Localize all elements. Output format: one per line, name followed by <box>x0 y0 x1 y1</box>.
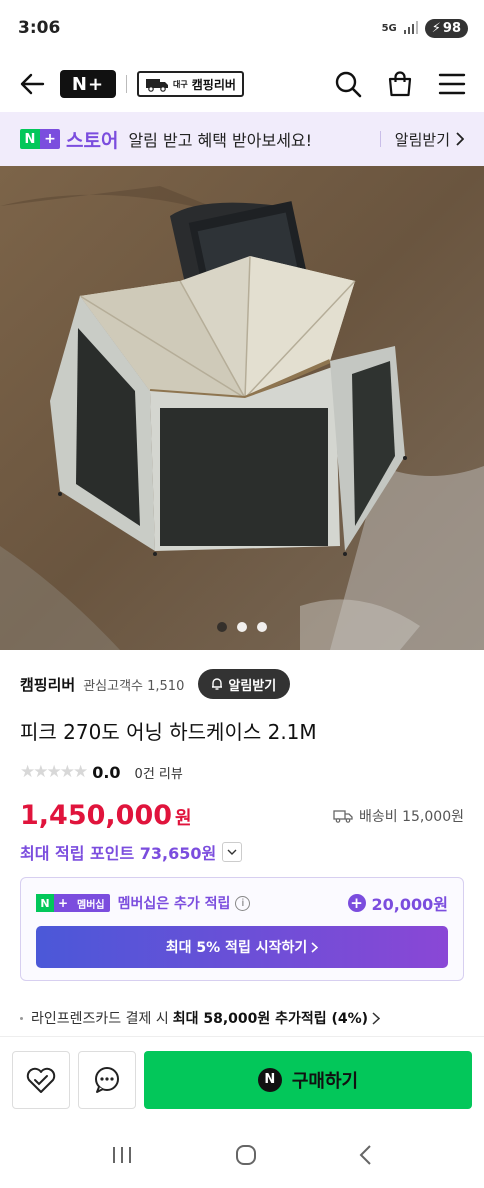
app-header: N+ 대구 캠핑리버 <box>0 56 484 112</box>
naver-plus-badge: N + <box>20 129 60 149</box>
cart-button[interactable] <box>384 68 416 100</box>
price-row: 1,450,000 원 배송비 15,000원 <box>20 800 464 831</box>
chat-bubble-icon <box>95 1066 119 1093</box>
chevron-right-icon <box>311 941 319 953</box>
card-promo-highlight: 최대 58,000원 추가적립 (4%) <box>172 1011 369 1027</box>
chevron-right-icon <box>372 1011 381 1025</box>
wishlist-button[interactable] <box>12 1050 70 1109</box>
naver-plus-logo[interactable]: N+ <box>60 70 116 98</box>
bell-plus-icon <box>212 678 223 690</box>
arrow-left-icon <box>20 73 45 95</box>
battery-level: 98 <box>442 20 461 36</box>
search-icon <box>335 71 362 98</box>
search-button[interactable] <box>332 68 364 100</box>
membership-badge: N + 멤버십 <box>36 894 110 912</box>
alarm-button-label: 알림받기 <box>228 678 277 694</box>
carousel-dots <box>217 622 267 632</box>
n-icon: N <box>36 894 54 912</box>
signal-icon <box>403 21 418 34</box>
rating-score: 0.0 <box>92 762 121 782</box>
info-icon[interactable]: i <box>235 895 251 911</box>
follower-count: 관심고객수 1,510 <box>83 678 185 694</box>
product-price: 1,450,000 <box>20 800 173 831</box>
price-currency: 원 <box>175 807 192 829</box>
shopping-bag-icon <box>388 71 412 97</box>
promo-divider <box>379 131 381 147</box>
store-logo[interactable]: 대구 캠핑리버 <box>137 71 244 97</box>
status-time: 3:06 <box>18 18 61 38</box>
bottom-action-bar: N 구매하기 <box>0 1036 484 1122</box>
store-name[interactable]: 캠핑리버 <box>20 674 75 695</box>
membership-badge-label: 멤버십 <box>72 894 110 912</box>
plus-circle-icon: + <box>347 894 366 912</box>
membership-card: N + 멤버십 멤버십은 추가 적립 i + 20,000원 최대 5% 적립 … <box>20 877 464 981</box>
battery-indicator: ⚡ 98 <box>424 18 468 38</box>
store-info-row: 캠핑리버 관심고객수 1,510 알림받기 <box>20 668 464 700</box>
membership-amount: + 20,000원 <box>347 891 448 915</box>
status-bar: 3:06 5G ⚡ 98 <box>0 0 484 56</box>
card-promo-prefix: 라인프렌즈카드 결제 시 <box>31 1011 169 1027</box>
points-expand-button[interactable] <box>222 842 243 862</box>
membership-amount-value: 20,000원 <box>371 895 448 914</box>
membership-start-button[interactable]: 최대 5% 적립 시작하기 <box>36 926 448 968</box>
menu-icon <box>438 73 466 95</box>
store-logo-sub: 대구 <box>173 79 188 89</box>
promo-store-label: 스토어 <box>66 129 119 152</box>
menu-button[interactable] <box>436 68 468 100</box>
recent-apps-icon[interactable] <box>110 1145 134 1165</box>
card-promo-row[interactable]: 라인프렌즈카드 결제 시 최대 58,000원 추가적립 (4%) <box>20 1008 464 1028</box>
heart-check-icon <box>26 1067 56 1093</box>
chevron-down-icon <box>227 849 237 855</box>
network-icon: 5G <box>381 22 397 34</box>
membership-info: N + 멤버십 멤버십은 추가 적립 i + 20,000원 <box>36 892 448 914</box>
back-nav-icon[interactable] <box>358 1143 374 1167</box>
n-icon: N <box>20 129 40 149</box>
chevron-right-icon <box>456 132 464 146</box>
review-count: 0건 리뷰 <box>134 766 183 782</box>
carousel-dot[interactable] <box>257 622 267 632</box>
buy-button[interactable]: N 구매하기 <box>144 1050 472 1109</box>
points-row[interactable]: 최대 적립 포인트 73,650원 <box>20 840 243 864</box>
plus-icon: + <box>54 894 72 912</box>
rating-row[interactable]: ★★★★★ 0.0 0건 리뷰 <box>20 762 183 782</box>
home-icon[interactable] <box>234 1143 258 1167</box>
star-rating-icon: ★★★★★ <box>20 762 88 782</box>
promo-banner[interactable]: N + 스토어 알림 받고 혜택 받아보세요! 알림받기 <box>0 112 484 166</box>
talk-button[interactable] <box>78 1050 136 1109</box>
bullet-icon <box>20 1016 23 1020</box>
carousel-dot[interactable] <box>217 622 227 632</box>
plus-icon: + <box>40 129 60 149</box>
delivery-truck-icon <box>333 809 353 823</box>
membership-cta-label: 최대 5% 적립 시작하기 <box>165 940 308 956</box>
promo-alarm-button[interactable]: 알림받기 <box>395 129 464 150</box>
shipping-fee: 배송비 15,000원 <box>359 808 464 825</box>
buy-button-label: 구매하기 <box>291 1070 359 1092</box>
shipping-info: 배송비 15,000원 <box>333 806 464 826</box>
store-alarm-button[interactable]: 알림받기 <box>198 669 291 699</box>
membership-description: 멤버십은 추가 적립 <box>117 896 231 912</box>
bolt-icon: ⚡ <box>431 20 441 36</box>
max-points: 최대 적립 포인트 73,650원 <box>20 844 217 863</box>
carousel-dot[interactable] <box>237 622 247 632</box>
system-nav-bar <box>0 1122 484 1188</box>
header-actions <box>332 68 468 100</box>
tent-photo <box>0 166 484 650</box>
promo-cta-label: 알림받기 <box>394 130 450 149</box>
product-image-carousel[interactable] <box>0 166 484 650</box>
store-logo-text: 캠핑리버 <box>191 77 236 92</box>
product-title: 피크 270도 어닝 하드케이스 2.1M <box>20 720 317 744</box>
status-icons: 5G ⚡ 98 <box>381 18 468 38</box>
naver-pay-icon: N <box>257 1067 282 1092</box>
header-divider <box>126 75 127 93</box>
back-button[interactable] <box>16 68 48 100</box>
truck-icon <box>146 79 168 92</box>
promo-message: 알림 받고 혜택 받아보세요! <box>128 131 313 150</box>
